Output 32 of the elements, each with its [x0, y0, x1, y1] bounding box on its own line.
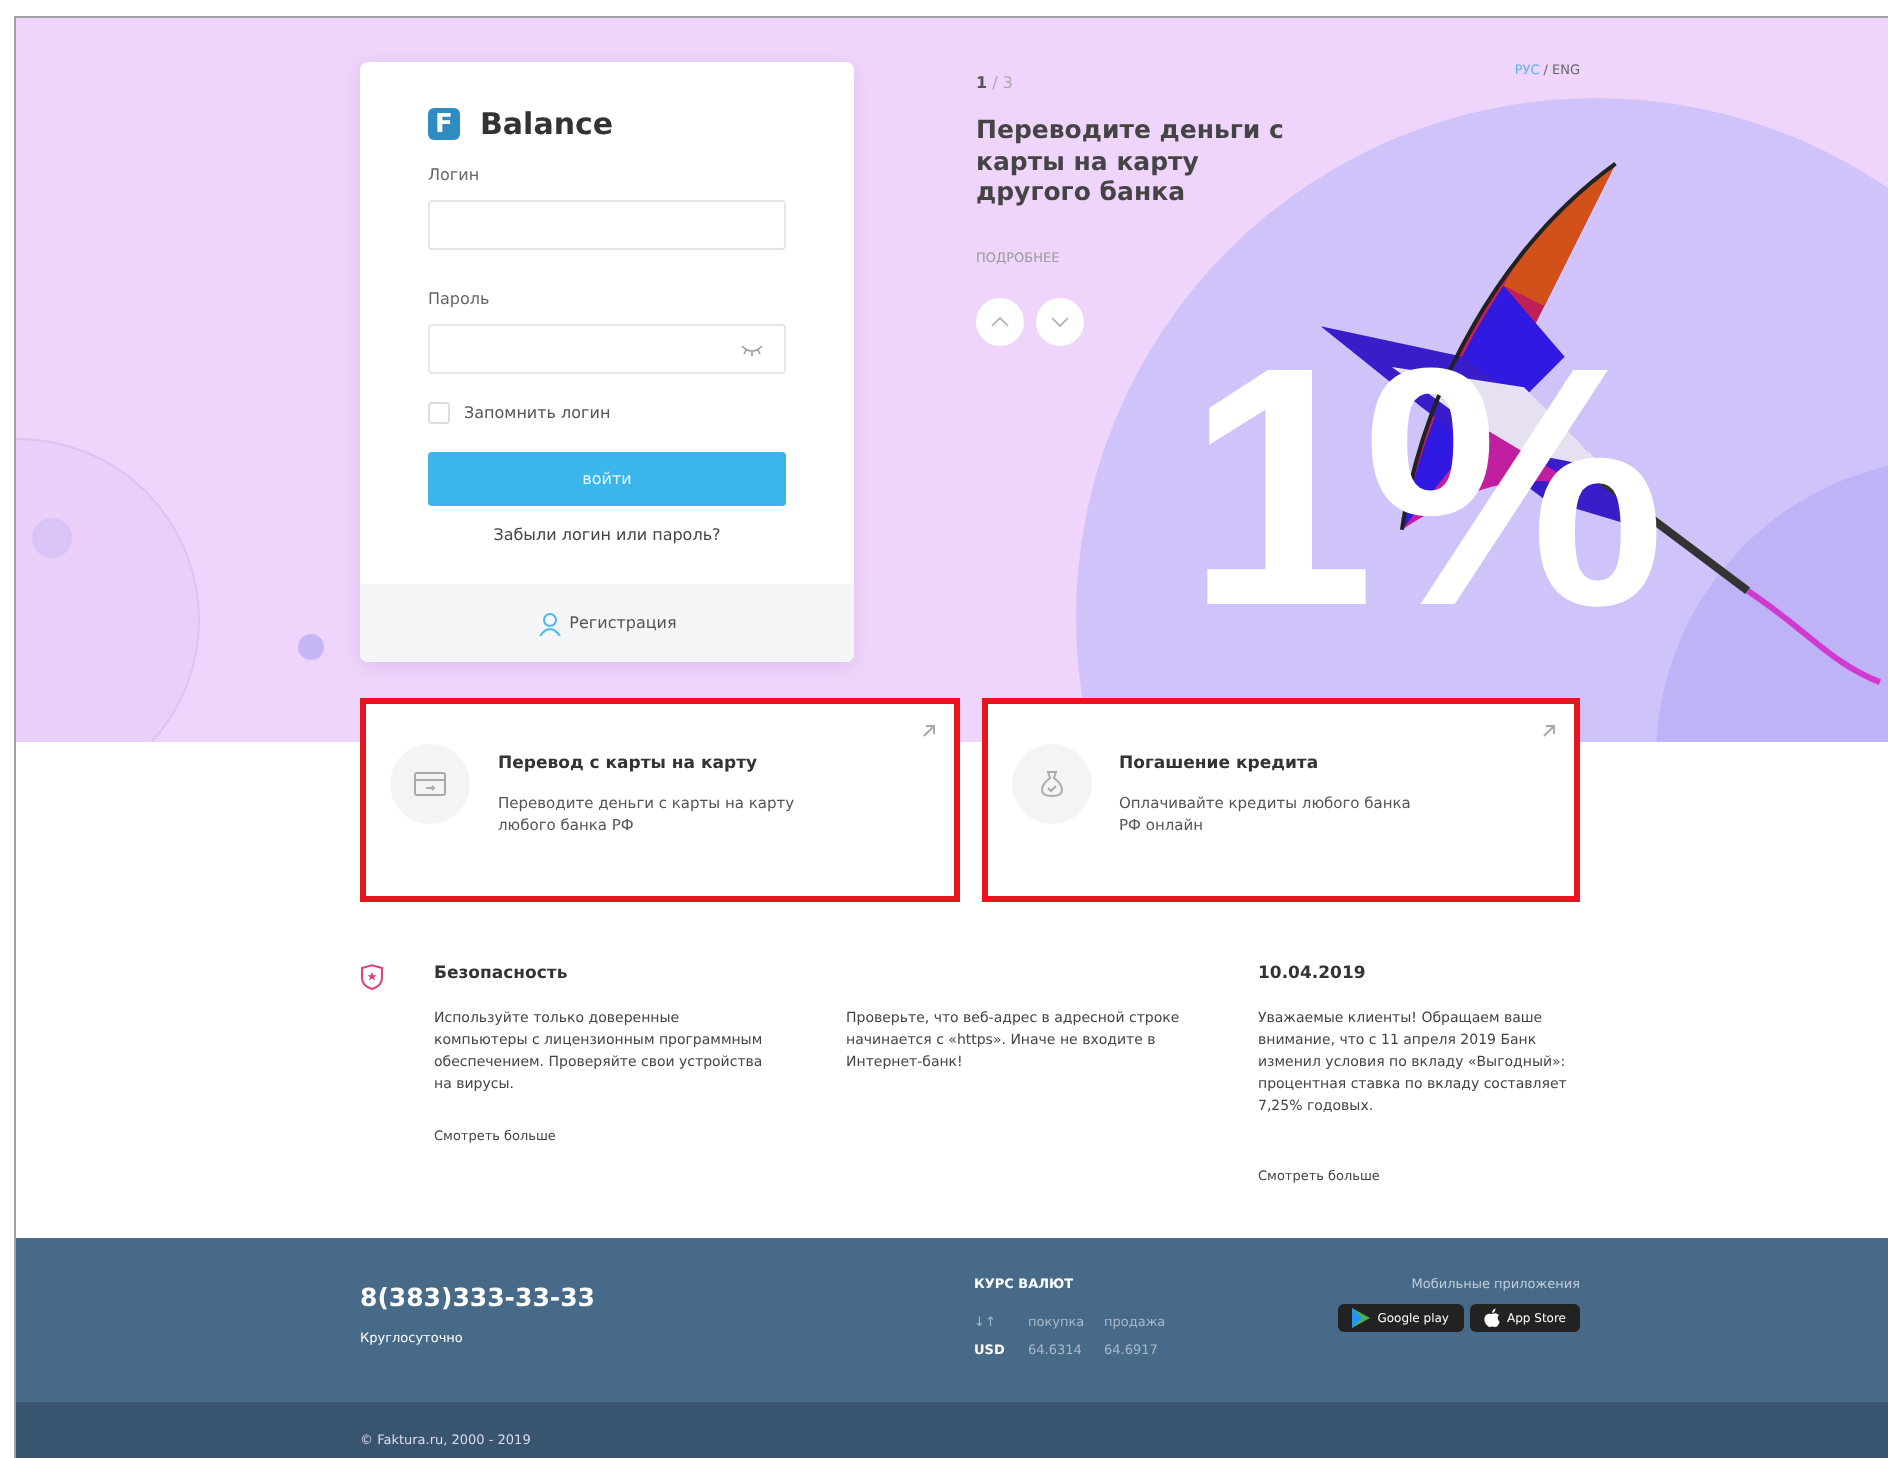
- field-label: Логин: [428, 166, 482, 184]
- chevron-up-icon: [990, 315, 1010, 327]
- external-arrow-icon: [1542, 724, 1556, 738]
- money-bag-icon: [1039, 770, 1063, 798]
- decorative-dot: [298, 634, 324, 660]
- service-title: Перевод с карты на карту: [498, 754, 760, 774]
- news-date: 10.04.2019: [1258, 964, 1368, 986]
- play-triangle-icon: [1351, 1308, 1370, 1328]
- register-link[interactable]: Регистрация: [569, 614, 677, 632]
- closed-eye-icon[interactable]: [740, 343, 764, 355]
- apple-icon: [1483, 1308, 1499, 1328]
- slide-counter: 1 / 3: [976, 74, 1015, 92]
- remember-checkbox[interactable]: [428, 402, 450, 424]
- login-input-field[interactable]: [428, 200, 786, 250]
- service-title: Погашение кредита: [1119, 754, 1321, 774]
- chevron-down-icon: [1050, 315, 1070, 327]
- slide-title: Переводите деньги с карты на карту другого банка: [976, 114, 1286, 207]
- phone-number: 8(383)333-33-33: [360, 1282, 597, 1312]
- forgot-password-link[interactable]: Забыли логин или пароль?: [493, 526, 721, 544]
- external-arrow-icon: [921, 724, 935, 738]
- password-input-field[interactable]: [428, 324, 786, 374]
- card-icon: [414, 772, 446, 796]
- big-percent-text: 1%: [1186, 318, 1654, 658]
- section-title: Безопасность: [434, 964, 570, 986]
- shield-icon: [360, 964, 384, 990]
- user-icon: [537, 611, 562, 635]
- field-label: Пароль: [428, 290, 492, 308]
- brand-name: Balance: [480, 106, 614, 142]
- remember-label: Запомнить логин: [464, 404, 611, 422]
- logo-icon: F: [428, 108, 460, 140]
- next-slide-button[interactable]: [1036, 297, 1084, 345]
- previous-slide-button[interactable]: [976, 297, 1024, 345]
